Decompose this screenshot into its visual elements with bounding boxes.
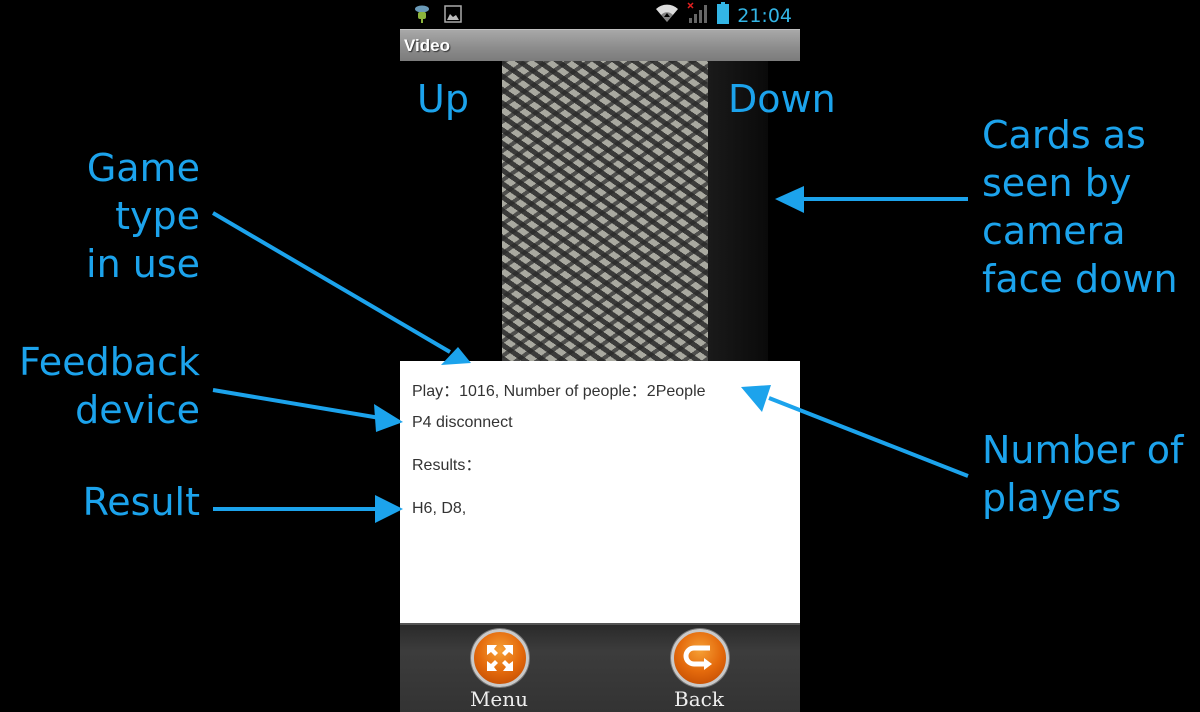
arrowhead-result [375,495,403,523]
back-icon [671,629,729,687]
annotation-line: players [982,476,1122,520]
annotation-number-of-players: Number of players [982,426,1183,522]
results-label: Results： [412,457,482,474]
usb-debug-icon [414,4,430,29]
annotation-cards: Cards as seen by camera face down [982,111,1178,303]
signal-no-service-icon [687,2,709,29]
annotation-line: face down [982,257,1178,301]
battery-icon [717,2,730,29]
menu-icon [471,629,529,687]
back-label: Back [674,687,724,711]
status-bar: 21:04 [400,0,800,29]
annotation-line: device [75,388,200,432]
page-title: Video [404,36,450,55]
annotation-line: type [115,194,200,238]
annotation-line: Feedback [19,340,200,384]
info-panel: Play：1016, Number of people：2People P4 d… [400,361,800,623]
annotation-line: seen by [982,161,1132,205]
annotation-up: Up [417,77,469,121]
annotation-result: Result [82,480,200,524]
feedback-device-text: P4 disconnect [412,414,513,431]
annotation-line: in use [86,242,200,286]
card-face-up-image [502,61,708,361]
annotation-line: camera [982,209,1126,253]
menu-label: Menu [469,687,529,711]
menu-button[interactable]: Menu [444,627,554,712]
back-button[interactable]: Back [644,627,754,712]
results-value: H6, D8, [412,500,467,517]
annotation-down: Down [728,77,836,121]
annotation-feedback-device: Feedback device [19,338,200,434]
annotation-line: Cards as [982,113,1146,157]
arrow-feedback [212,388,381,420]
clock: 21:04 [737,4,792,27]
title-bar: Video [400,29,800,62]
bottom-bar: Menu Back [400,623,800,712]
play-info-text: Play：1016, Number of people：2People [412,383,706,400]
annotation-game-type: Game type in use [86,144,200,288]
image-notification-icon [444,5,462,28]
arrowhead-feedback [374,404,403,432]
annotation-line: Game [86,146,200,190]
annotation-line: Number of [982,428,1184,472]
wifi-icon [655,3,679,28]
